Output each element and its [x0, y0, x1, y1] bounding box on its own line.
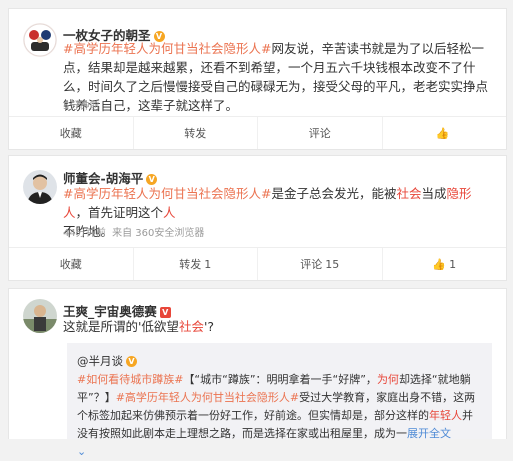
collect-label: 收藏	[59, 127, 82, 140]
quoted-body: 【“城市“蹲族”：明明拿着一手“好牌”，	[183, 373, 377, 386]
repost-label: 转发	[184, 127, 207, 140]
post-body: ，首先证明这个	[75, 205, 164, 220]
keyword-highlight: 年轻人	[429, 409, 462, 422]
keyword-highlight: 社会	[178, 319, 204, 334]
avatar[interactable]	[23, 170, 57, 204]
thumb-up-icon: 👍	[432, 257, 447, 271]
action-bar: 收藏 转发 1 评论 15 👍 1	[9, 247, 506, 280]
post-body: 当成	[421, 186, 447, 201]
keyword-highlight: 人	[163, 205, 176, 220]
repost-button[interactable]: 转发	[134, 117, 258, 149]
comment-count: 15	[325, 257, 340, 271]
comment-label: 评论	[308, 127, 331, 140]
comment-label: 评论	[300, 258, 323, 271]
collect-label: 收藏	[59, 258, 82, 271]
post-time[interactable]: 44分钟前	[63, 228, 106, 239]
collect-button[interactable]: 收藏	[9, 248, 134, 280]
comment-button[interactable]: 评论 15	[258, 248, 383, 280]
action-bar: 收藏 转发 评论 👍	[9, 116, 506, 149]
repost-count: 1	[204, 257, 212, 271]
keyword-highlight: 为何	[376, 373, 399, 386]
post-body: 是金子总会发光，能被	[271, 186, 397, 201]
thumb-up-icon: 👍	[435, 126, 450, 140]
avatar[interactable]	[23, 23, 57, 57]
verified-icon: V	[126, 356, 137, 367]
avatar-image	[23, 23, 57, 57]
post-card: 一枚女子的朝圣 V #高学历年轻人为何甘当社会隐形人#网友说，辛苦读书就是为了以后…	[8, 8, 507, 150]
keyword-highlight: 社会	[396, 186, 422, 201]
quoted-post[interactable]: @半月谈 V #如何看待城市蹲族#【“城市“蹲族”：明明拿着一手“好牌”，为何却选…	[67, 343, 492, 458]
avatar-image	[23, 170, 57, 204]
chevron-down-icon[interactable]: ⌄	[77, 445, 86, 458]
expand-full-text-link[interactable]: 展开全文	[407, 427, 451, 440]
like-button[interactable]: 👍	[383, 117, 507, 149]
post-text: #高学历年轻人为何甘当社会隐形人#网友说，辛苦读书就是为了以后轻松一点，结果却是…	[63, 39, 492, 115]
hashtag-link[interactable]: #高学历年轻人为何甘当社会隐形人#	[63, 41, 271, 56]
like-count: 1	[449, 257, 457, 271]
post-time[interactable]: 5分钟前	[63, 97, 99, 112]
hashtag-link[interactable]: #高学历年轻人为何甘当社会隐形人#	[116, 391, 299, 404]
avatar-image	[23, 299, 57, 333]
repost-button[interactable]: 转发 1	[134, 248, 258, 280]
quoted-text: #如何看待城市蹲族#【“城市“蹲族”：明明拿着一手“好牌”，为何却选择“就地躺平…	[77, 371, 482, 461]
avatar[interactable]	[23, 299, 57, 333]
like-button[interactable]: 👍 1	[383, 248, 507, 280]
post-card: 师董会-胡海平 V #高学历年轻人为何甘当社会隐形人#是金子总会发光，能被社会当成…	[8, 155, 507, 281]
repost-label: 转发	[179, 258, 202, 271]
weibo-feed: 一枚女子的朝圣 V #高学历年轻人为何甘当社会隐形人#网友说，辛苦读书就是为了以后…	[0, 0, 513, 458]
post-text: 这就是所谓的'低欲望社会'?	[63, 317, 492, 336]
hashtag-link[interactable]: #如何看待城市蹲族#	[77, 373, 183, 386]
post-body: '?	[203, 319, 215, 334]
post-card: 王爽_宇宙奥德赛 V 这就是所谓的'低欲望社会'? @半月谈 V #如何看待城市蹲族…	[8, 288, 507, 458]
collect-button[interactable]: 收藏	[9, 117, 134, 149]
post-source: 来自 360安全浏览器	[112, 228, 205, 239]
comment-button[interactable]: 评论	[258, 117, 383, 149]
quoted-author-name[interactable]: @半月谈	[77, 354, 123, 368]
quoted-author[interactable]: @半月谈 V	[77, 353, 137, 369]
post-body: 这就是所谓的'低欲望	[63, 319, 179, 334]
hashtag-link[interactable]: #高学历年轻人为何甘当社会隐形人#	[63, 186, 271, 201]
post-meta: 44分钟前 来自 360安全浏览器	[63, 224, 204, 239]
